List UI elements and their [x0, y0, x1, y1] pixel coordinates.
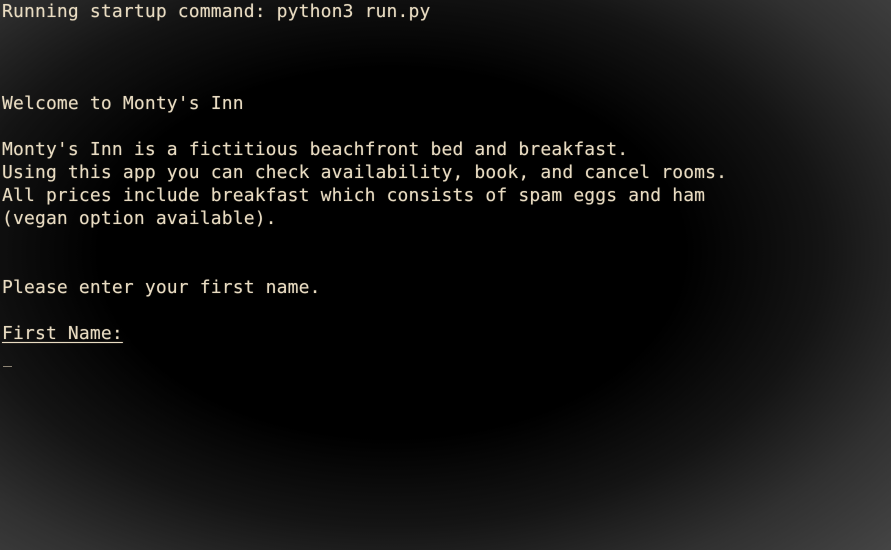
first-name-input-label: First Name:	[2, 323, 123, 344]
intro-line-1: Monty's Inn is a fictitious beachfront b…	[2, 139, 629, 160]
startup-command-line: Running startup command: python3 run.py	[2, 1, 431, 22]
intro-line-2: Using this app you can check availabilit…	[2, 162, 728, 183]
terminal-cursor[interactable]	[3, 366, 12, 367]
terminal-window[interactable]: Running startup command: python3 run.py …	[0, 0, 891, 550]
intro-line-4: (vegan option available).	[2, 208, 277, 229]
first-name-prompt: Please enter your first name.	[2, 277, 321, 298]
welcome-heading: Welcome to Monty's Inn	[2, 93, 244, 114]
intro-line-3: All prices include breakfast which consi…	[2, 185, 706, 206]
